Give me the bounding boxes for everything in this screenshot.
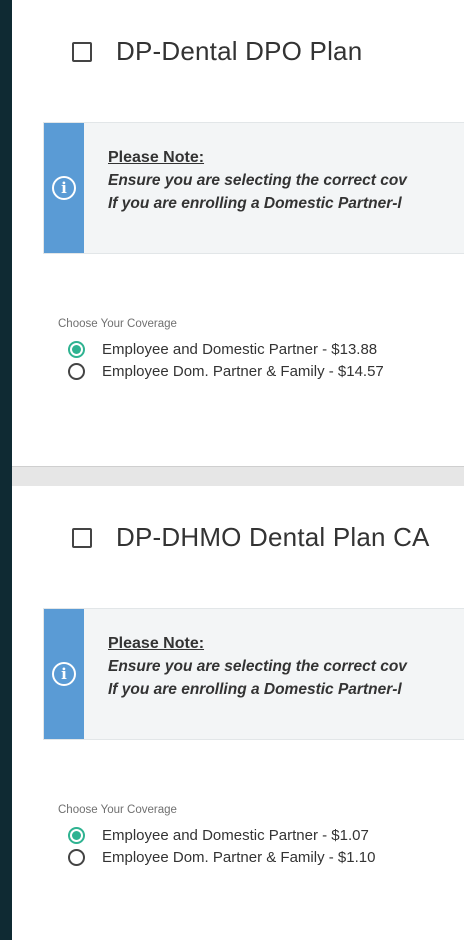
plan-title: DP-DHMO Dental Plan CA xyxy=(116,522,430,552)
please-note-notice: i Please Note: Ensure you are selecting … xyxy=(43,122,464,254)
coverage-label: Choose Your Coverage xyxy=(58,804,177,816)
radio-selected[interactable] xyxy=(68,826,85,844)
notice-accent-bar: i xyxy=(44,609,84,739)
coverage-option-employee-partner[interactable]: Employee and Domestic Partner - $1.07 xyxy=(58,824,375,846)
notice-heading: Please Note: xyxy=(108,635,205,652)
info-icon: i xyxy=(52,662,76,686)
plan-title: DP-Dental DPO Plan xyxy=(116,36,363,66)
notice-line-2: If you are enrolling a Domestic Partner-… xyxy=(108,681,402,698)
plan-header: DP-Dental DPO Plan xyxy=(72,36,362,67)
coverage-options: Choose Your Coverage Employee and Domest… xyxy=(58,804,375,868)
coverage-options: Choose Your Coverage Employee and Domest… xyxy=(58,318,384,382)
please-note-notice: i Please Note: Ensure you are selecting … xyxy=(43,608,464,740)
plan-header: DP-DHMO Dental Plan CA xyxy=(72,522,430,553)
coverage-option-employee-partner-family[interactable]: Employee Dom. Partner & Family - $14.57 xyxy=(58,360,384,382)
panel-divider xyxy=(12,466,464,486)
notice-body: Please Note: Ensure you are selecting th… xyxy=(84,609,407,739)
plan-select-checkbox[interactable] xyxy=(72,527,92,548)
notice-line-2: If you are enrolling a Domestic Partner-… xyxy=(108,195,402,212)
notice-line-1: Ensure you are selecting the correct cov xyxy=(108,658,407,675)
coverage-option-label: Employee Dom. Partner & Family - $1.10 xyxy=(102,848,376,866)
coverage-option-employee-partner[interactable]: Employee and Domestic Partner - $13.88 xyxy=(58,338,384,360)
coverage-label: Choose Your Coverage xyxy=(58,318,177,330)
coverage-option-employee-partner-family[interactable]: Employee Dom. Partner & Family - $1.10 xyxy=(58,846,375,868)
notice-body: Please Note: Ensure you are selecting th… xyxy=(84,123,407,253)
info-icon: i xyxy=(52,176,76,200)
coverage-option-label: Employee Dom. Partner & Family - $14.57 xyxy=(102,362,384,380)
coverage-option-label: Employee and Domestic Partner - $1.07 xyxy=(102,826,369,844)
plan-card-dental-dpo: DP-Dental DPO Plan i Please Note: Ensure… xyxy=(12,0,464,466)
coverage-option-label: Employee and Domestic Partner - $13.88 xyxy=(102,340,378,358)
radio-selected[interactable] xyxy=(68,340,85,358)
notice-line-1: Ensure you are selecting the correct cov xyxy=(108,172,407,189)
radio-unselected[interactable] xyxy=(68,848,85,866)
plan-select-checkbox[interactable] xyxy=(72,41,92,62)
radio-unselected[interactable] xyxy=(68,362,85,380)
notice-accent-bar: i xyxy=(44,123,84,253)
notice-heading: Please Note: xyxy=(108,149,205,166)
plan-card-dhmo-dental: DP-DHMO Dental Plan CA i Please Note: En… xyxy=(12,486,464,940)
